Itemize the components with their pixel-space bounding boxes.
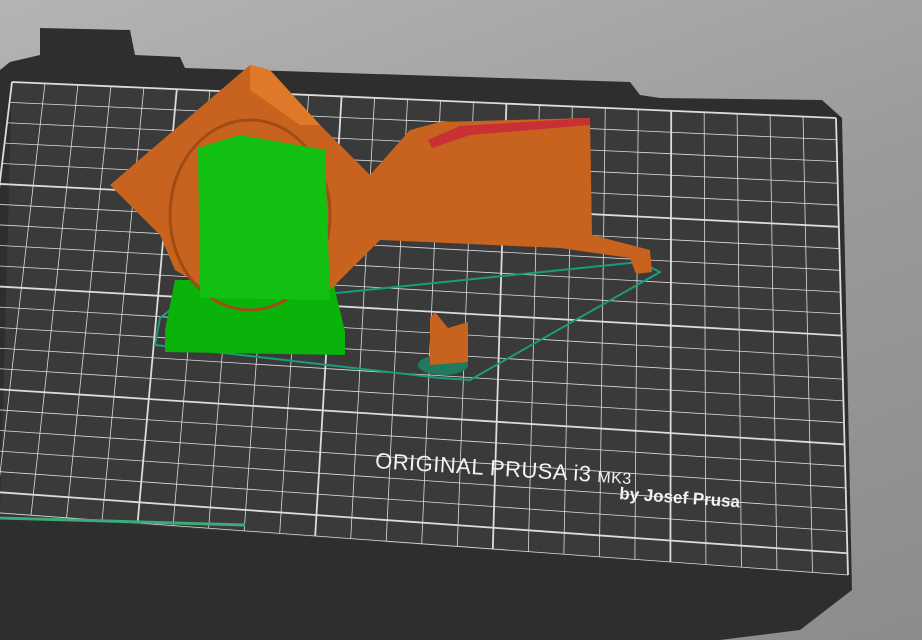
3d-viewport[interactable]	[0, 0, 922, 640]
support-front	[198, 135, 330, 300]
